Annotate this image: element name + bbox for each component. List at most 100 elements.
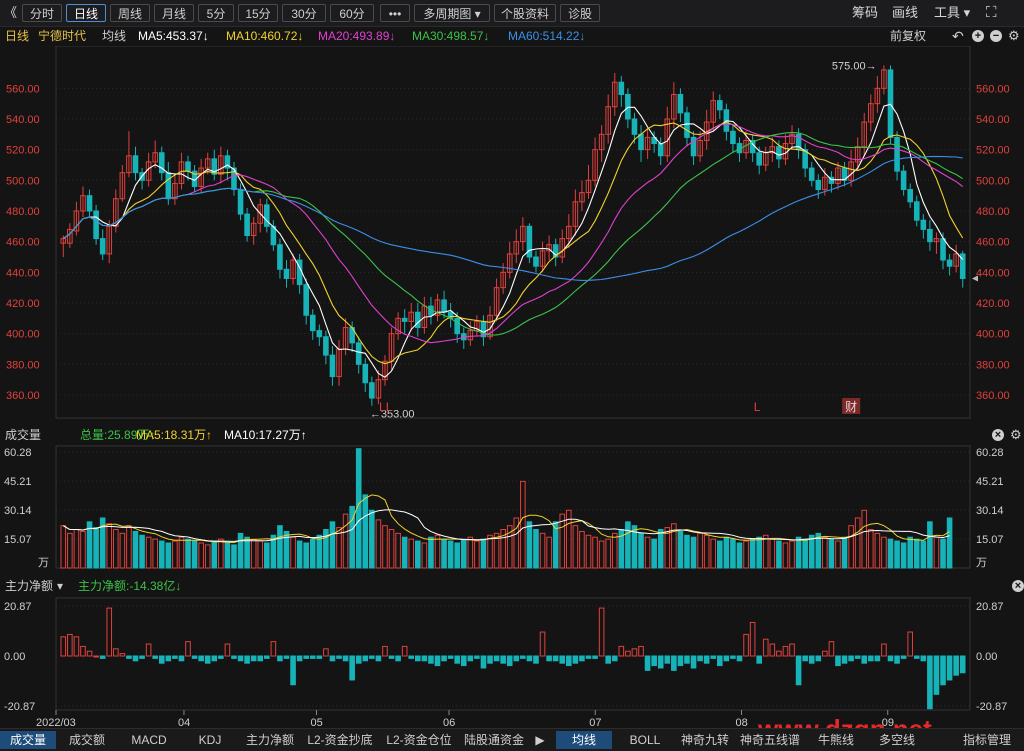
tab-l2-position[interactable]: L2-资金仓位 [380,731,458,749]
volume-bar [467,536,474,569]
money-flow-bar [703,655,710,664]
volume-bar [828,538,835,569]
volume-bar [447,540,454,569]
candle-body [415,311,421,329]
scroll-tabs-icon[interactable]: ▶ [532,731,548,749]
volume-unit-left: 万 [38,557,49,569]
multi-period-dropdown[interactable]: 多周期图 ▾ [414,4,490,22]
money-flow-bar [500,655,506,664]
money-flow-bar [506,655,513,667]
tab-main-net-flow[interactable]: 主力净额 [240,731,300,749]
collapse-icon[interactable]: 《 [4,4,17,22]
money-flow-tick-right: -20.87 [976,701,1007,713]
tab-turnover[interactable]: 成交额 [58,731,116,749]
money-flow-bar [572,655,579,664]
fullscreen-icon[interactable]: ⛶ [986,4,997,22]
tab-volume[interactable]: 成交量 [0,731,56,749]
period-button-30min[interactable]: 30分 [282,4,326,22]
tab-bull-bear[interactable]: 牛熊线 [806,731,866,749]
volume-bar [520,480,526,569]
tab-macd[interactable]: MACD [118,731,180,749]
money-flow-bar [191,655,198,659]
money-flow-bar [697,655,703,662]
candle-body [907,189,913,203]
tab-boll[interactable]: BOLL [616,731,674,749]
tab-td9[interactable]: 神奇九转 [676,731,734,749]
money-flow-bar [283,655,290,659]
price-tick-left: 400.00 [6,329,40,341]
zoom-in-icon[interactable]: + [972,30,984,42]
volume-bar [546,536,552,569]
volume-bar [224,542,231,569]
volume-bar [920,540,927,569]
money-flow-bar [730,655,736,659]
volume-bar [933,536,940,569]
money-flow-bar [460,655,467,667]
tab-ma[interactable]: 均线 [556,731,612,749]
period-button-15min[interactable]: 15分 [238,4,278,22]
adjust-mode[interactable]: 前复权 [890,27,926,45]
volume-bar [480,538,487,569]
volume-bar [329,521,336,569]
price-tick-right: 500.00 [976,175,1010,187]
money-flow-bar [250,655,257,662]
money-flow-bar [631,648,638,657]
money-flow-bar [382,645,388,657]
ma-label[interactable]: 均线 [102,27,126,45]
money-flow-bar [454,655,460,664]
volume-bar [139,534,145,569]
money-flow-bar [329,655,336,662]
volume-bar [710,538,717,569]
chips-button[interactable]: 筹码 [852,4,878,22]
volume-tick-right: 60.28 [976,447,1004,459]
undo-icon[interactable]: ↶ [952,27,964,45]
kline-chart-area[interactable]: 560.00 560.00 540.00 540.00 520.00 520.00 500.… [0,46,1024,728]
tab-long-short[interactable]: 多空线 [868,731,926,749]
volume-bar [388,529,395,569]
money-flow-bar [231,655,237,659]
period-button-weekly[interactable]: 周线 [110,4,150,22]
candle-body [717,100,723,111]
tab-kdj[interactable]: KDJ [182,731,238,749]
price-tick-right: 440.00 [976,267,1010,279]
period-button-60min[interactable]: 60分 [330,4,374,22]
period-button-intraday[interactable]: 分时 [22,4,62,22]
money-flow-bar [611,655,618,662]
diagnose-button[interactable]: 诊股 [560,4,600,22]
zoom-out-icon[interactable]: − [990,30,1002,42]
money-flow-bar [375,655,382,662]
volume-bar [211,540,218,569]
close-money-flow-icon[interactable]: × [1012,580,1024,592]
tools-dropdown[interactable]: 工具 ▾ [934,4,970,22]
tab-l2-bottom-fishing[interactable]: L2-资金抄底 [302,731,378,749]
money-flow-bar [868,655,874,662]
chevron-down-icon[interactable]: ▾ [57,576,63,596]
more-periods-button[interactable]: ••• [380,4,410,22]
money-flow-bar [447,655,454,659]
period-button-monthly[interactable]: 月线 [154,4,194,22]
settings-icon[interactable]: ⚙ [1008,27,1020,45]
stock-profile-button[interactable]: 个股资料 [494,4,556,22]
money-flow-bar [808,655,815,664]
money-flow-bar [933,655,940,695]
indicator-manage-button[interactable]: 指标管理 [952,731,1022,749]
money-flow-title[interactable]: 主力净额 [5,576,53,596]
period-button-daily[interactable]: 日线 [66,4,106,22]
price-tick-left: 440.00 [6,267,40,279]
money-flow-bar [874,655,881,662]
price-tick-right: 520.00 [976,145,1010,157]
volume-bar [625,521,631,569]
period-button-5min[interactable]: 5分 [198,4,234,22]
draw-line-button[interactable]: 画线 [892,4,918,22]
tab-five-lines[interactable]: 神奇五线谱 [736,731,804,749]
candle-body [454,317,460,335]
volume-bar [218,538,224,569]
money-flow-bar [172,655,178,659]
tab-northbound[interactable]: 陆股通资金 [460,731,528,749]
money-flow-bar [717,655,723,667]
money-flow-bar [428,655,434,664]
close-volume-icon[interactable]: × [992,429,1004,441]
money-flow-bar [552,655,559,662]
volume-settings-icon[interactable]: ⚙ [1010,425,1022,445]
money-flow-bar [145,643,152,657]
